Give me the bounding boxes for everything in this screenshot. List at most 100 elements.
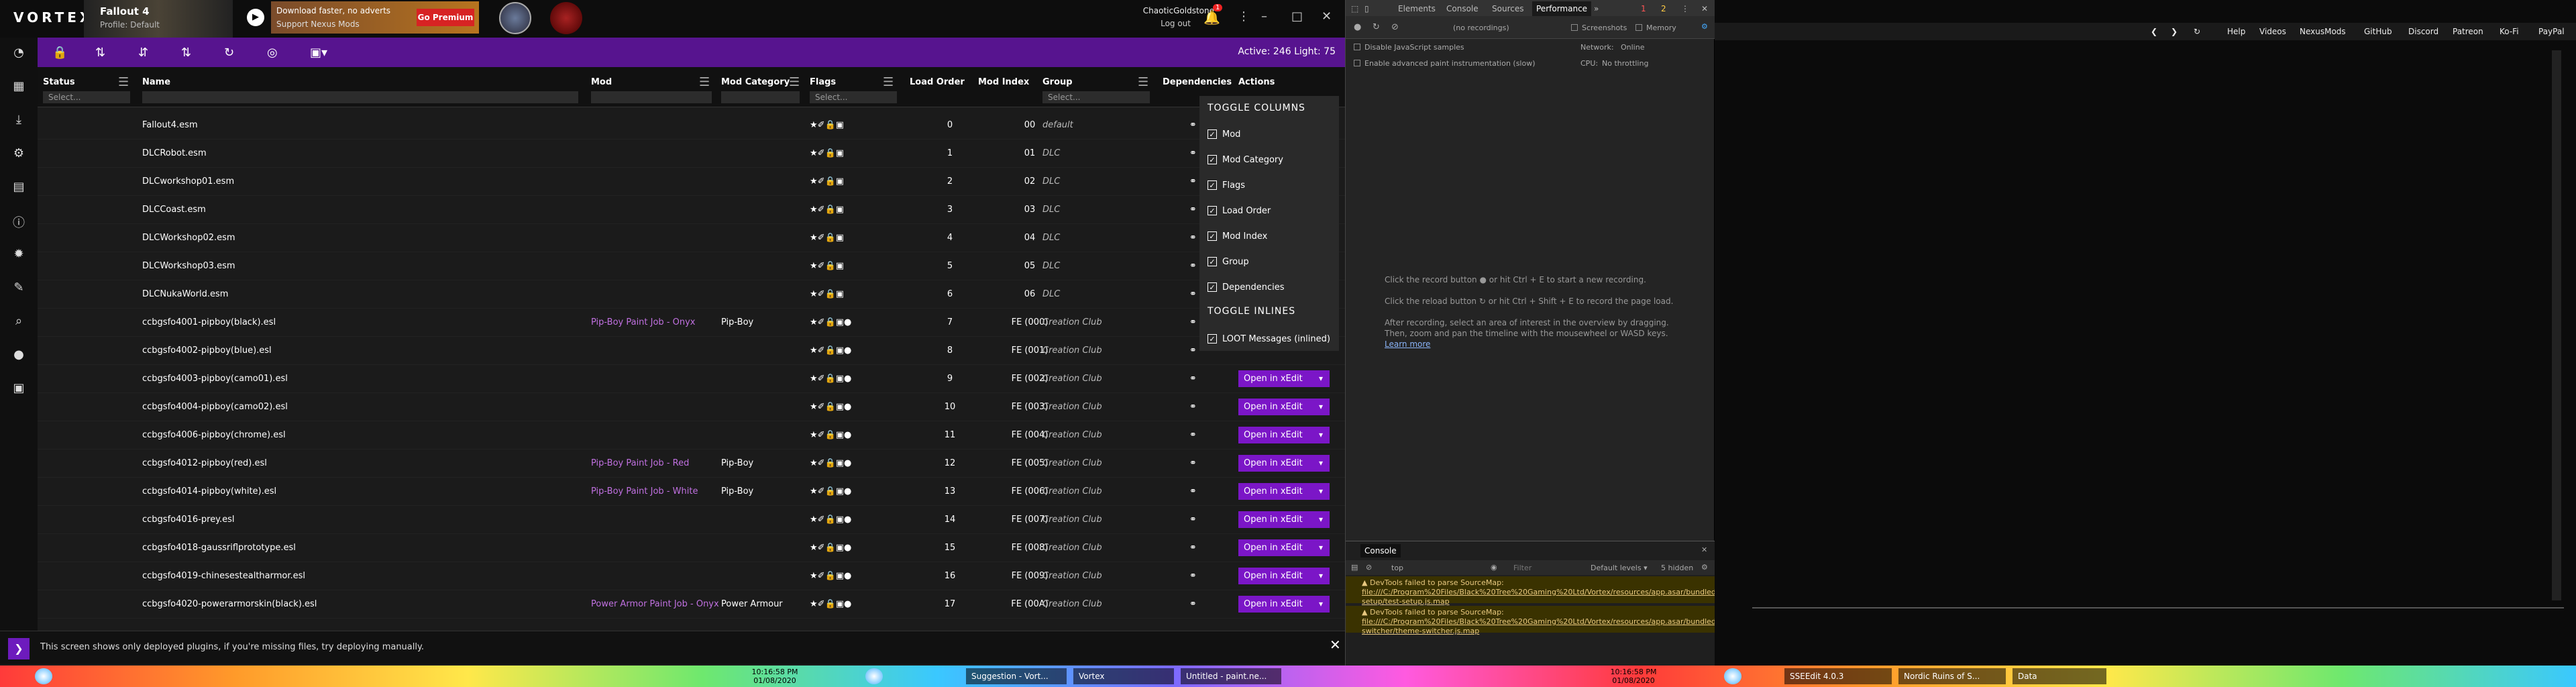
taskbar-item[interactable]: Nordic Ruins of S... [1898, 668, 2006, 684]
sidebar-icon[interactable]: ▤ [1351, 563, 1358, 572]
plugin-group[interactable]: Creation Club [1042, 374, 1102, 384]
start-icon[interactable] [35, 668, 52, 684]
table-row[interactable]: ccbgsfo4004-pipboy(camo02).esl ★✐🔒▣● 10 … [38, 393, 1345, 421]
plugin-group[interactable]: Creation Club [1042, 317, 1102, 327]
chevron-down-icon[interactable]: ▾ [1319, 427, 1323, 443]
start-icon[interactable] [865, 668, 883, 684]
table-row[interactable]: ccbgsfo4018-gaussriflprototype.esl ★✐🔒▣●… [38, 534, 1345, 562]
open-in-xedit-button[interactable]: Open in xEdit ▾ [1238, 483, 1330, 500]
close-icon[interactable]: ✕ [1701, 545, 1707, 554]
layout-icon[interactable]: ▣▾ [310, 46, 327, 60]
plugin-group[interactable]: DLC [1042, 261, 1060, 271]
toggle-column-item[interactable]: ✓ Flags [1208, 180, 1245, 191]
plugin-group[interactable]: Creation Club [1042, 571, 1102, 581]
tools-icon[interactable]: ✎ [0, 280, 38, 301]
name-filter[interactable] [142, 91, 578, 103]
col-load-order[interactable]: Load Order [910, 77, 965, 87]
mod-filter[interactable] [591, 91, 712, 103]
maximize-icon[interactable]: □ [1291, 9, 1303, 23]
settings-icon[interactable]: ⚙ [1701, 563, 1708, 572]
menu-icon[interactable]: ☰ [118, 75, 129, 89]
network-select[interactable]: Online [1621, 43, 1644, 52]
clear-icon[interactable]: ⊘ [1366, 563, 1372, 572]
flags-filter[interactable]: Select... [810, 91, 897, 103]
game-selector[interactable]: Fallout 4 Profile: Default [84, 0, 233, 38]
back-icon[interactable]: ❮ [2151, 27, 2157, 36]
menu-icon[interactable]: ☰ [789, 75, 800, 89]
dependency-icon[interactable]: ⚭ [1189, 148, 1197, 158]
plugins-icon[interactable]: ▤ [0, 180, 38, 200]
menu-icon[interactable]: ☰ [883, 75, 894, 89]
table-row[interactable]: ccbgsfo4002-pipboy(blue).esl ★✐🔒▣● 8 FE … [38, 337, 1345, 365]
plugin-group[interactable]: DLC [1042, 148, 1060, 158]
taskbar-item[interactable]: Untitled - paint.ne... [1181, 668, 1281, 684]
dependency-icon[interactable]: ⚭ [1189, 261, 1197, 271]
save-icon[interactable]: ▣ [0, 381, 38, 401]
table-row[interactable]: ccbgsfo4020-powerarmorskin(black).esl Po… [38, 590, 1345, 619]
chevron-down-icon[interactable]: ▾ [1319, 596, 1323, 613]
bookmark[interactable]: Videos [2259, 27, 2286, 36]
table-row[interactable]: ccbgsfo4001-pipboy(black).esl Pip-Boy Pa… [38, 309, 1345, 337]
open-in-xedit-button[interactable]: Open in xEdit ▾ [1238, 370, 1330, 387]
col-flags[interactable]: Flags [810, 77, 836, 87]
plugin-group[interactable]: DLC [1042, 233, 1060, 243]
tab-sources[interactable]: Sources [1492, 4, 1523, 13]
checkbox[interactable]: ✓ [1208, 206, 1217, 215]
disable-js-checkbox[interactable]: Disable JavaScript samples [1354, 43, 1464, 52]
col-status[interactable]: Status [43, 77, 75, 87]
mods-icon[interactable]: ⚙ [0, 146, 38, 166]
sourcemap-link[interactable]: file:///C:/Program%20Files/Black%20Tree%… [1362, 588, 1762, 606]
bell-icon[interactable]: 🔔 [1203, 9, 1220, 25]
chevron-down-icon[interactable]: ▾ [1319, 511, 1323, 528]
plugin-mod[interactable]: Power Armor Paint Job - Onyx [591, 599, 719, 609]
dependency-icon[interactable]: ⚭ [1189, 346, 1197, 356]
chevron-down-icon[interactable]: ▾ [1319, 455, 1323, 472]
clear-icon[interactable]: ⊘ [1391, 22, 1399, 32]
bookmark[interactable]: Discord [2408, 27, 2438, 36]
plugin-mod[interactable]: Pip-Boy Paint Job - White [591, 486, 698, 496]
group-filter[interactable]: Select... [1042, 91, 1150, 103]
dependency-icon[interactable]: ⚭ [1189, 176, 1197, 187]
table-row[interactable]: ccbgsfo4019-chinesestealtharmor.esl ★✐🔒▣… [38, 562, 1345, 590]
dashboard-icon[interactable]: ◔ [0, 46, 38, 66]
table-row[interactable]: ccbgsfo4003-pipboy(camo01).esl ★✐🔒▣● 9 F… [38, 365, 1345, 393]
dependency-icon[interactable]: ⚭ [1189, 317, 1197, 327]
close-icon[interactable]: ✕ [1322, 9, 1332, 23]
taskbar-item[interactable]: Data [2012, 668, 2106, 684]
col-category[interactable]: Mod Category [721, 77, 790, 87]
dependency-icon[interactable]: ⚭ [1189, 599, 1197, 609]
checkbox[interactable]: ✓ [1208, 282, 1217, 292]
logout-link[interactable]: Log out [1137, 19, 1191, 28]
settings-icon[interactable]: ⚙ [1701, 22, 1708, 31]
tab-console[interactable]: Console [1446, 4, 1479, 13]
console-tab[interactable]: Console [1360, 544, 1401, 558]
col-mod-index[interactable]: Mod Index [978, 77, 1029, 87]
refresh-icon[interactable]: ↻ [224, 46, 234, 60]
table-row[interactable]: ccbgsfo4012-pipboy(red).esl Pip-Boy Pain… [38, 450, 1345, 478]
plugin-mod[interactable]: Pip-Boy Paint Job - Red [591, 458, 689, 468]
more-tabs-icon[interactable]: » [1594, 4, 1599, 13]
taskbar-item[interactable]: SSEEdit 4.0.3 [1784, 668, 1892, 684]
table-row[interactable]: DLCWorkshop02.esm ★✐🔒▣ 4 04 DLC ⚭ [38, 224, 1345, 252]
warning-count[interactable]: 2 [1661, 4, 1666, 13]
settings-icon[interactable]: ✹ [0, 247, 38, 267]
dependency-icon[interactable]: ⚭ [1189, 571, 1197, 581]
plugin-group[interactable]: Creation Club [1042, 458, 1102, 468]
plugin-group[interactable]: DLC [1042, 176, 1060, 187]
tool-icon[interactable] [550, 2, 582, 34]
plugin-mod[interactable]: Pip-Boy Paint Job - Onyx [591, 317, 696, 327]
scrollbar[interactable] [2552, 50, 2561, 600]
dependency-icon[interactable]: ⚭ [1189, 374, 1197, 384]
eye-icon[interactable]: ◉ [1491, 563, 1497, 572]
plugin-group[interactable]: Creation Club [1042, 346, 1102, 356]
device-icon[interactable]: ▯ [1364, 4, 1369, 13]
reload-icon[interactable]: ↻ [1373, 22, 1380, 32]
bookmark[interactable]: Patreon [2453, 27, 2483, 36]
table-row[interactable]: DLCCoast.esm ★✐🔒▣ 3 03 DLC ⚭ [38, 196, 1345, 224]
recordings-select[interactable]: (no recordings) [1453, 23, 1509, 32]
toggle-column-item[interactable]: ✓ Mod Index [1208, 231, 1267, 242]
table-row[interactable]: DLCNukaWorld.esm ★✐🔒▣ 6 06 DLC ⚭ [38, 280, 1345, 309]
open-in-xedit-button[interactable]: Open in xEdit ▾ [1238, 511, 1330, 528]
open-in-xedit-button[interactable]: Open in xEdit ▾ [1238, 596, 1330, 613]
plugin-group[interactable]: Creation Club [1042, 430, 1102, 440]
